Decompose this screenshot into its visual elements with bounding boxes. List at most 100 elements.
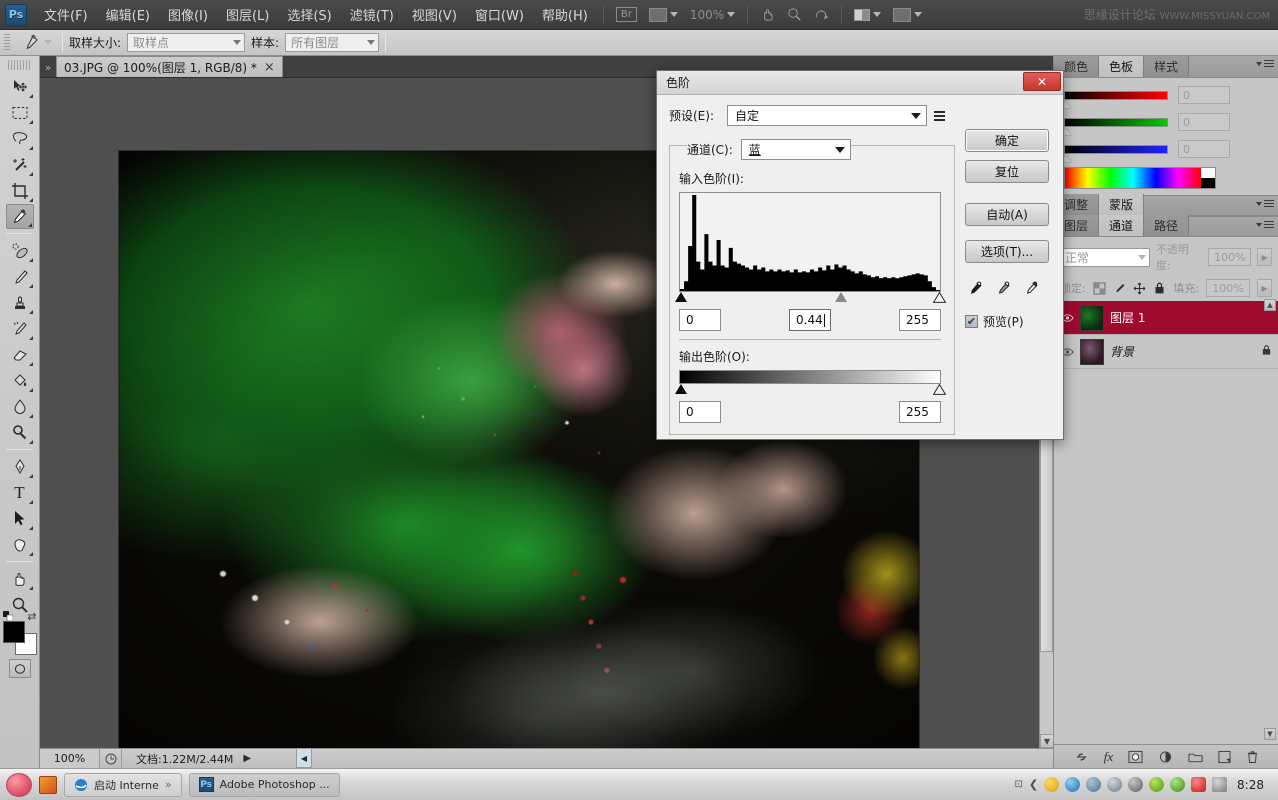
dialog-title-bar[interactable]: 色阶 ✕	[657, 71, 1063, 95]
default-colors-icon[interactable]	[3, 611, 13, 621]
taskbar-clock[interactable]: 8:28	[1237, 778, 1264, 792]
tab-swatches[interactable]: 色板	[1099, 56, 1144, 77]
tray-icon-1[interactable]	[1044, 777, 1059, 792]
tray-icon-3[interactable]	[1128, 777, 1143, 792]
layer-list-scroll-down-button[interactable]: ▼	[1264, 728, 1276, 740]
history-brush-tool[interactable]	[6, 316, 34, 341]
layer-name[interactable]: 背景	[1110, 343, 1134, 360]
new-group-icon[interactable]	[1188, 751, 1203, 763]
tray-icon-4[interactable]	[1149, 777, 1164, 792]
magic-wand-tool[interactable]	[6, 152, 34, 177]
table-row[interactable]: 背景	[1054, 335, 1278, 369]
preview-row[interactable]: ✔ 预览(P)	[965, 313, 1049, 330]
lasso-tool[interactable]	[6, 126, 34, 151]
gradient-tool[interactable]	[6, 368, 34, 393]
lock-image-pixels-icon[interactable]	[1113, 282, 1126, 295]
path-selection-tool[interactable]	[6, 506, 34, 531]
sample-select[interactable]: 所有图层	[285, 33, 379, 52]
blur-tool[interactable]	[6, 394, 34, 419]
new-layer-icon[interactable]	[1218, 750, 1231, 764]
input-gamma-field[interactable]: 0.44	[789, 309, 831, 331]
blue-value-field[interactable]: 0	[1178, 140, 1230, 158]
scroll-down-button[interactable]: ▼	[1040, 734, 1054, 748]
zoom-level-display[interactable]: 100%	[684, 6, 741, 24]
layers-panel-menu-button[interactable]	[1256, 221, 1274, 228]
table-row[interactable]: 图层 1	[1054, 301, 1278, 335]
add-mask-icon[interactable]	[1128, 750, 1143, 764]
menu-help[interactable]: 帮助(H)	[533, 1, 597, 28]
opacity-field[interactable]: 100%	[1208, 248, 1251, 266]
fill-stepper[interactable]: ▶	[1257, 279, 1272, 297]
menu-filter[interactable]: 滤镜(T)	[341, 1, 403, 28]
tray-icon-5[interactable]	[1191, 777, 1206, 792]
black-point-slider[interactable]	[675, 292, 687, 302]
auto-button[interactable]: 自动(A)	[965, 203, 1049, 226]
red-value-field[interactable]: 0	[1178, 86, 1230, 104]
eraser-tool[interactable]	[6, 342, 34, 367]
pen-tool[interactable]	[6, 454, 34, 479]
clone-stamp-tool[interactable]	[6, 290, 34, 315]
healing-brush-tool[interactable]	[6, 238, 34, 263]
quicklaunch-icon[interactable]	[39, 776, 57, 794]
tools-panel-grip[interactable]	[8, 60, 31, 70]
hand-tool[interactable]	[6, 566, 34, 591]
menu-view[interactable]: 视图(V)	[403, 1, 466, 28]
lock-position-icon[interactable]	[1133, 282, 1146, 295]
tab-paths[interactable]: 路径	[1144, 215, 1189, 236]
bridge-button[interactable]: Br	[610, 5, 643, 24]
adjustments-panel-menu-button[interactable]	[1256, 200, 1274, 207]
fill-field[interactable]: 100%	[1206, 279, 1250, 297]
menu-layer[interactable]: 图层(L)	[217, 1, 278, 28]
input-white-field[interactable]: 255	[899, 309, 941, 331]
foreground-color-swatch[interactable]	[3, 621, 25, 643]
menu-edit[interactable]: 编辑(E)	[97, 1, 159, 28]
expand-panels-button[interactable]: »	[40, 59, 56, 77]
layer-style-icon[interactable]: fx	[1104, 749, 1113, 765]
reset-button[interactable]: 复位	[965, 160, 1049, 183]
close-icon[interactable]: ✕	[1023, 72, 1061, 91]
levels-dialog[interactable]: 色阶 ✕ 预设(E): 自定 通道(C): 蓝	[656, 70, 1064, 440]
tray-icon-2[interactable]	[1065, 777, 1080, 792]
sample-size-select[interactable]: 取样点	[127, 33, 245, 52]
green-value-field[interactable]: 0	[1178, 113, 1230, 131]
tray-chevron-left-icon[interactable]: ❮	[1029, 778, 1038, 791]
gamma-slider[interactable]	[835, 292, 847, 302]
link-layers-icon[interactable]	[1074, 751, 1089, 763]
input-level-sliders[interactable]	[679, 292, 941, 304]
color-panel-menu-button[interactable]	[1256, 60, 1274, 67]
workspace-switcher-button[interactable]	[887, 6, 928, 24]
output-white-field[interactable]: 255	[899, 401, 941, 423]
output-black-field[interactable]: 0	[679, 401, 721, 423]
taskbar-item-internet-explorer[interactable]: 启动 Interne »	[64, 773, 182, 797]
lock-all-icon[interactable]	[1153, 281, 1166, 295]
preset-options-icon[interactable]	[934, 111, 945, 121]
menu-file[interactable]: 文件(F)	[35, 1, 97, 28]
output-white-slider[interactable]	[933, 384, 946, 395]
layer-thumbnail[interactable]	[1080, 305, 1104, 331]
tray-icon-security[interactable]	[1170, 777, 1185, 792]
delete-layer-icon[interactable]	[1246, 750, 1259, 764]
layer-list-scroll-up-button[interactable]: ▲	[1264, 299, 1276, 311]
set-black-point-eyedropper-icon[interactable]	[967, 280, 984, 297]
menu-select[interactable]: 选择(S)	[278, 1, 340, 28]
status-zoom-field[interactable]: 100%	[40, 749, 100, 768]
red-slider-track[interactable]	[1064, 91, 1168, 100]
preview-checkbox[interactable]: ✔	[965, 315, 978, 328]
color-swatches[interactable]: ⇄	[3, 621, 37, 655]
shape-tool[interactable]	[6, 532, 34, 557]
blend-mode-select[interactable]: 正常	[1060, 248, 1150, 267]
tray-expand-icon[interactable]: ⊡	[1014, 779, 1022, 790]
output-black-slider[interactable]	[675, 384, 687, 394]
tab-masks[interactable]: 蒙版	[1099, 194, 1144, 215]
input-black-field[interactable]: 0	[679, 309, 721, 331]
close-icon[interactable]: ×	[264, 61, 275, 74]
dodge-tool[interactable]	[6, 420, 34, 445]
eyedropper-tool[interactable]	[6, 204, 34, 229]
taskbar-item-photoshop[interactable]: Ps Adobe Photoshop ...	[189, 773, 340, 797]
options-bar-grip[interactable]	[4, 34, 10, 52]
swap-colors-icon[interactable]: ⇄	[27, 610, 36, 623]
menu-window[interactable]: 窗口(W)	[466, 1, 533, 28]
color-slider-green[interactable]: 0	[1064, 113, 1272, 131]
status-expand-icon[interactable]: ▶	[243, 753, 251, 764]
options-button[interactable]: 选项(T)...	[965, 240, 1049, 263]
